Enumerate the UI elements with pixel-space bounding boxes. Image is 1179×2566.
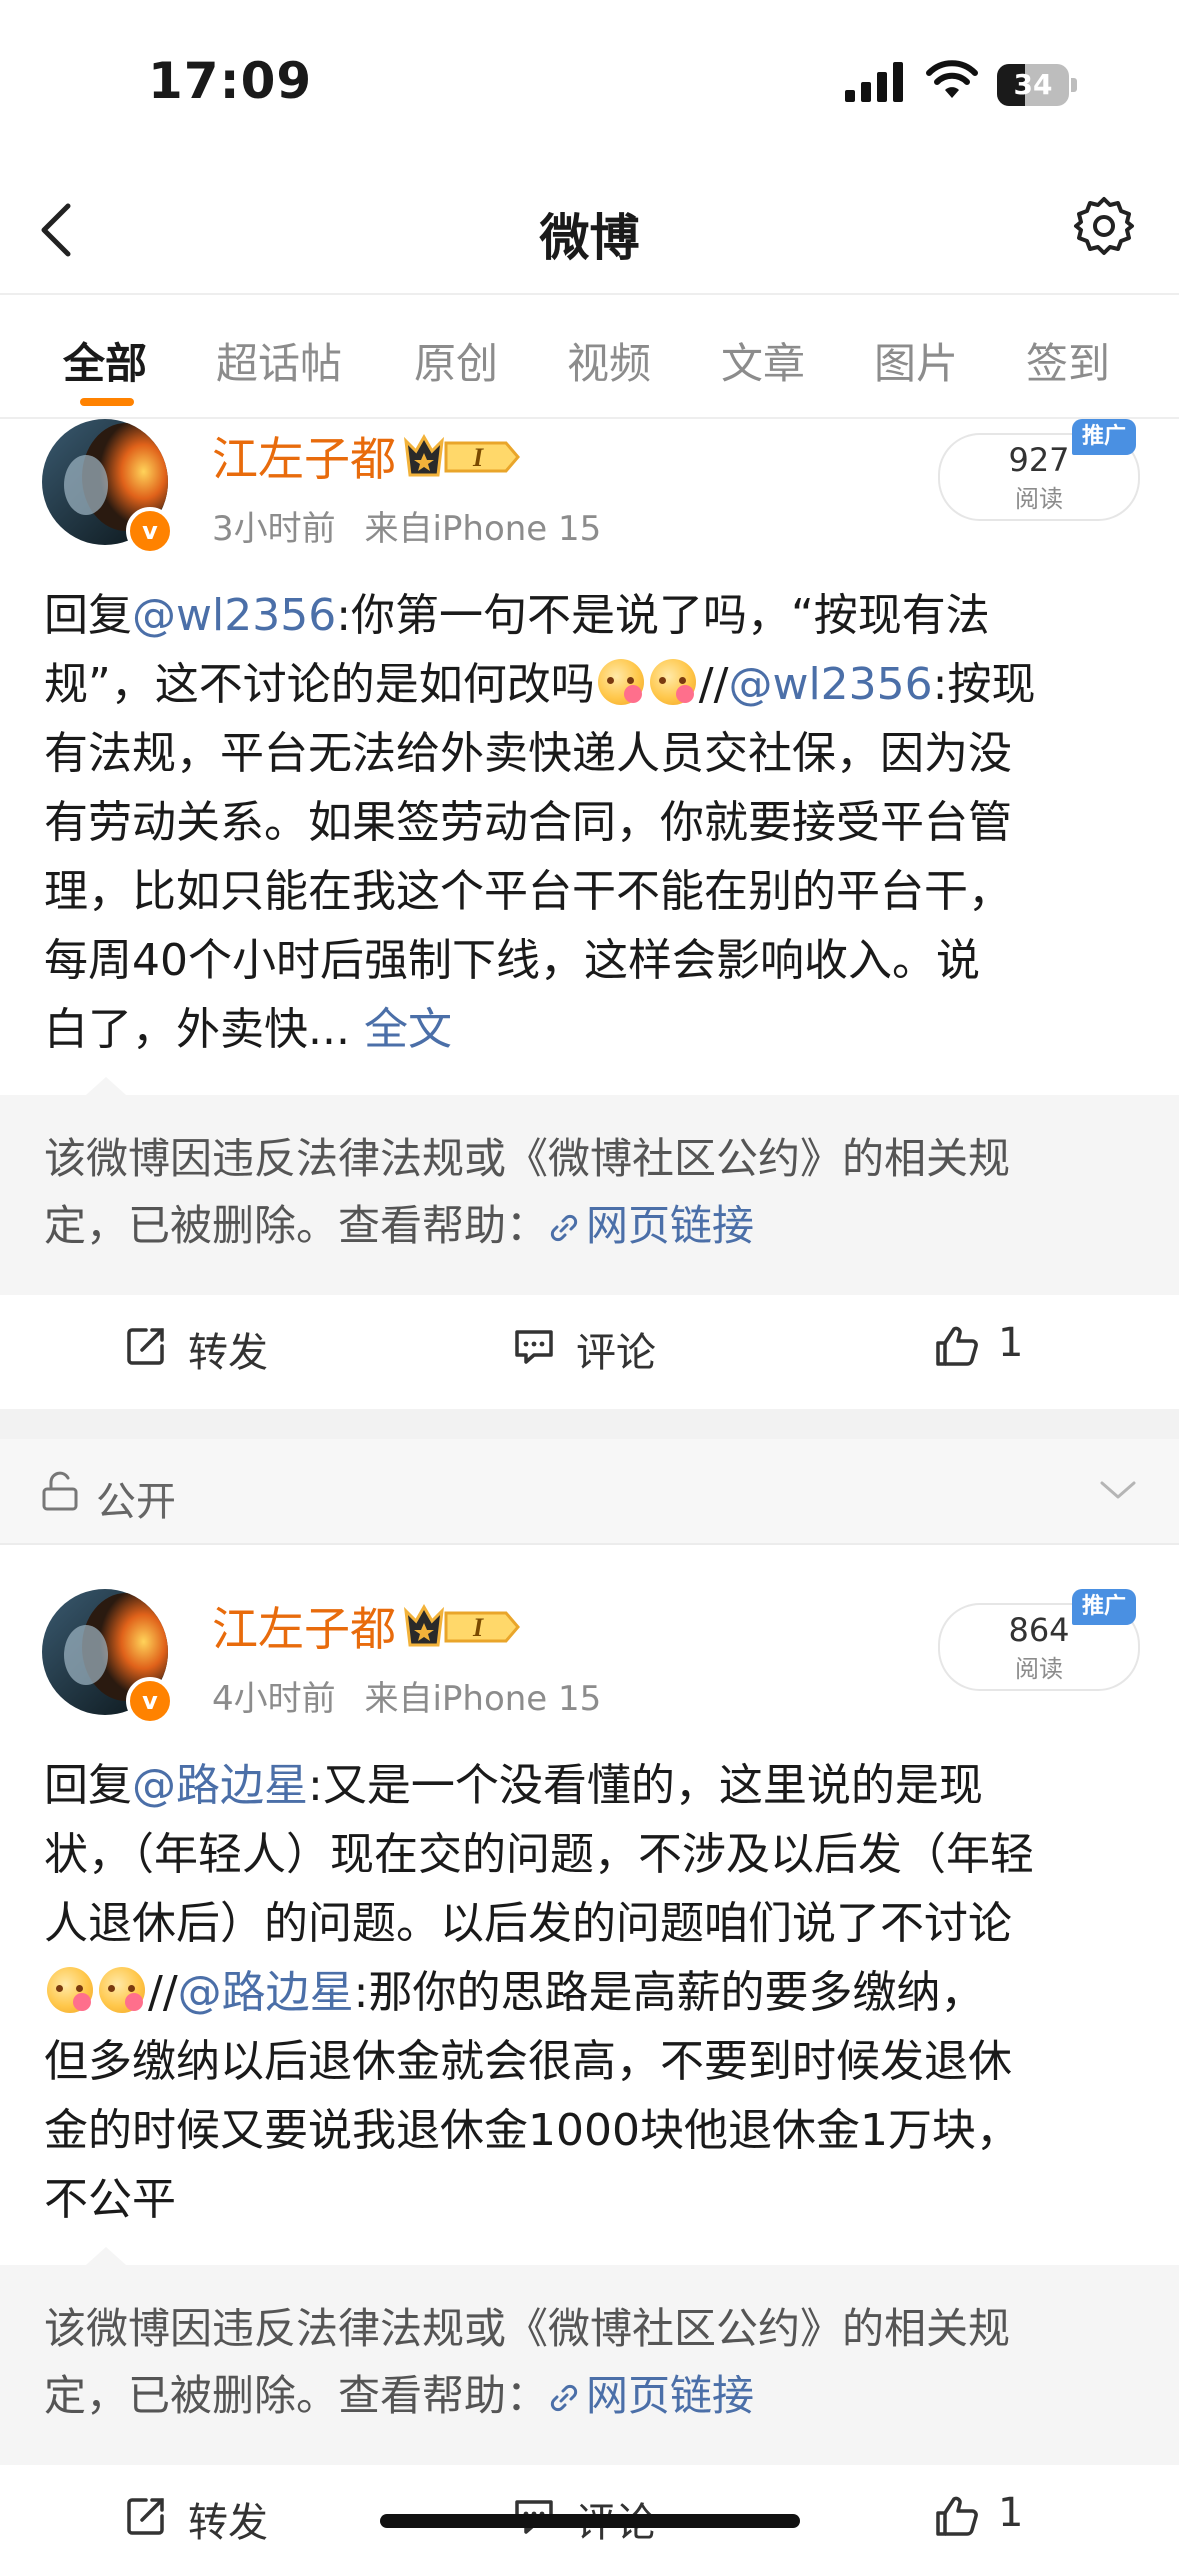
hungry-face-emoji-icon bbox=[99, 1967, 145, 2013]
mention-link[interactable]: @wl2356 bbox=[728, 659, 932, 710]
link-icon bbox=[550, 1214, 578, 1242]
text-line: 但多缴纳以后退休金就会很高，不要到时候发退休 bbox=[44, 2036, 1012, 2087]
link-icon bbox=[550, 2384, 578, 2412]
hungry-face-emoji-icon bbox=[649, 659, 696, 705]
battery-icon: 34 bbox=[997, 64, 1077, 106]
tab-checkin[interactable]: 签到 bbox=[1026, 330, 1110, 391]
text-line: 该微博因违反法律法规或《微博社区公约》的相关规 bbox=[44, 2304, 1011, 2353]
vip-crown-icon: I bbox=[404, 433, 520, 477]
comment-icon bbox=[515, 1330, 553, 1364]
mention-link[interactable]: @wl2356 bbox=[132, 590, 336, 641]
repost-label: 转发 bbox=[188, 2500, 268, 2546]
web-link-label: 网页链接 bbox=[586, 2371, 755, 2420]
nav-bar: 微博 bbox=[0, 170, 1179, 295]
repost-icon bbox=[127, 2498, 164, 2535]
tab-video[interactable]: 视频 bbox=[567, 330, 651, 391]
svg-text:I: I bbox=[472, 443, 484, 472]
text-line: 不公平 bbox=[44, 2174, 176, 2225]
repost-icon bbox=[127, 1328, 164, 1365]
text-segment: :按现 bbox=[932, 659, 1036, 710]
gear-icon[interactable] bbox=[1072, 194, 1136, 258]
visibility-label: 公开 bbox=[96, 1479, 176, 1525]
page-title: 微博 bbox=[539, 209, 640, 267]
post-meta: 4小时前 来自iPhone 15 bbox=[212, 1671, 601, 1720]
filter-tabs: 全部 超话帖 原创 视频 文章 图片 签到 bbox=[0, 296, 1179, 418]
tab-article[interactable]: 文章 bbox=[721, 330, 805, 391]
post-time: 4小时前 bbox=[212, 1679, 336, 1719]
text-segment: 定，已被删除。查看帮助： bbox=[44, 1201, 549, 1250]
text-segment: :那你的思路是高薪的要多缴纳， bbox=[353, 1967, 985, 2018]
battery-level: 34 bbox=[1013, 68, 1053, 101]
post-actions: 转发 评论 1 bbox=[0, 1296, 1179, 1396]
text-segment: :你第一句不是说了吗，“按现有法 bbox=[336, 590, 990, 641]
divider bbox=[0, 293, 1179, 295]
text-line: 状，（年轻人）现在交的问题，不涉及以后发（年轻 bbox=[44, 1829, 1034, 1880]
web-link[interactable]: 网页链接 bbox=[548, 2371, 754, 2420]
text-segment: 定，已被删除。查看帮助： bbox=[44, 2371, 549, 2420]
text-line: 有法规，平台无法给外卖快递人员交社保，因为没 bbox=[44, 728, 1012, 779]
web-link-label: 网页链接 bbox=[586, 1201, 755, 1250]
mention-link[interactable]: @路边星 bbox=[132, 1760, 308, 1811]
post-text: 回复@路边星:又是一个没看懂的，这里说的是现 状，（年轻人）现在交的问题，不涉及… bbox=[44, 1751, 1144, 2234]
home-indicator[interactable] bbox=[380, 2514, 800, 2528]
status-time: 17:09 bbox=[148, 52, 313, 110]
expand-full-text-link[interactable]: 全文 bbox=[364, 1004, 452, 1055]
verified-badge: v bbox=[126, 507, 174, 555]
chevron-down-icon[interactable] bbox=[1098, 1475, 1138, 1505]
status-bar: 17:09 34 bbox=[0, 0, 1179, 170]
post-source: 来自iPhone 15 bbox=[364, 1679, 602, 1719]
deleted-repost-notice: 该微博因违反法律法规或《微博社区公约》的相关规 定，已被删除。查看帮助： 网页链接 bbox=[0, 1077, 1179, 1295]
vip-crown-icon: I bbox=[404, 1603, 520, 1647]
deleted-repost-notice: 该微博因违反法律法规或《微博社区公约》的相关规 定，已被删除。查看帮助： 网页链接 bbox=[0, 2247, 1179, 2465]
wifi-icon bbox=[926, 60, 978, 98]
post-time: 3小时前 bbox=[212, 509, 336, 549]
web-link[interactable]: 网页链接 bbox=[548, 1201, 754, 1250]
svg-text:I: I bbox=[472, 1613, 484, 1642]
section-separator bbox=[0, 1409, 1179, 1439]
divider bbox=[0, 1543, 1179, 1545]
post-source: 来自iPhone 15 bbox=[364, 509, 602, 549]
post-meta: 3小时前 来自iPhone 15 bbox=[212, 501, 601, 550]
hungry-face-emoji-icon bbox=[597, 659, 644, 705]
text-segment: 白了，外卖快... bbox=[44, 1004, 350, 1055]
text-line: 理，比如只能在我这个平台干不能在别的平台干， bbox=[44, 866, 1012, 917]
active-tab-indicator bbox=[80, 398, 134, 406]
text-segment: // bbox=[698, 659, 729, 710]
thumbs-up-icon bbox=[936, 1326, 978, 1366]
verified-badge: v bbox=[126, 1677, 174, 1725]
promo-badge: 推广 bbox=[1072, 419, 1136, 455]
read-count-label: 阅读 bbox=[1015, 1655, 1063, 1683]
text-line: 人退休后）的问题。以后发的问题咱们说了不讨论 bbox=[44, 1898, 1012, 1949]
tab-image[interactable]: 图片 bbox=[874, 330, 958, 391]
like-count: 1 bbox=[998, 1320, 1024, 1366]
unlock-icon bbox=[42, 1471, 78, 1511]
like-count: 1 bbox=[998, 2490, 1024, 2536]
hungry-face-emoji-icon bbox=[47, 1967, 93, 2013]
tab-all[interactable]: 全部 bbox=[63, 330, 147, 391]
text-line: 每周40个小时后强制下线，这样会影响收入。说 bbox=[44, 935, 980, 986]
post-author[interactable]: 江左子都 bbox=[212, 423, 396, 489]
read-count-label: 阅读 bbox=[1015, 485, 1063, 513]
post-author[interactable]: 江左子都 bbox=[212, 1593, 396, 1659]
visibility-bar[interactable]: 公开 bbox=[0, 1439, 1179, 1543]
text-segment: 回复 bbox=[44, 590, 132, 641]
text-segment: :又是一个没看懂的，这里说的是现 bbox=[308, 1760, 983, 1811]
repost-label: 转发 bbox=[188, 1330, 268, 1376]
comment-label: 评论 bbox=[576, 1330, 656, 1376]
text-segment: 规”，这不讨论的是如何改吗 bbox=[44, 659, 595, 710]
post-card: v 江左子都 I 4小时前 来自iPhone 15 864 阅读 推广 回复@路… bbox=[0, 1589, 1179, 2556]
cellular-signal-icon bbox=[845, 62, 903, 102]
text-line: 该微博因违反法律法规或《微博社区公约》的相关规 bbox=[44, 1134, 1011, 1183]
text-line: 有劳动关系。如果签劳动合同，你就要接受平台管 bbox=[44, 797, 1012, 848]
text-line: 金的时候又要说我退休金1000块他退休金1万块， bbox=[44, 2105, 1020, 2156]
post-card: v 江左子都 I 3小时前 来自iPhone 15 927 阅读 推广 回复@w… bbox=[0, 419, 1179, 1409]
tab-super-topic[interactable]: 超话帖 bbox=[216, 330, 342, 391]
tab-original[interactable]: 原创 bbox=[414, 330, 498, 391]
text-segment: // bbox=[148, 1967, 178, 2018]
post-text: 回复@wl2356:你第一句不是说了吗，“按现有法 规”，这不讨论的是如何改吗 /… bbox=[44, 581, 1144, 1064]
promo-badge: 推广 bbox=[1072, 1589, 1136, 1625]
mention-link[interactable]: @路边星 bbox=[178, 1967, 354, 2018]
text-segment: 回复 bbox=[44, 1760, 132, 1811]
thumbs-up-icon bbox=[936, 2496, 978, 2536]
